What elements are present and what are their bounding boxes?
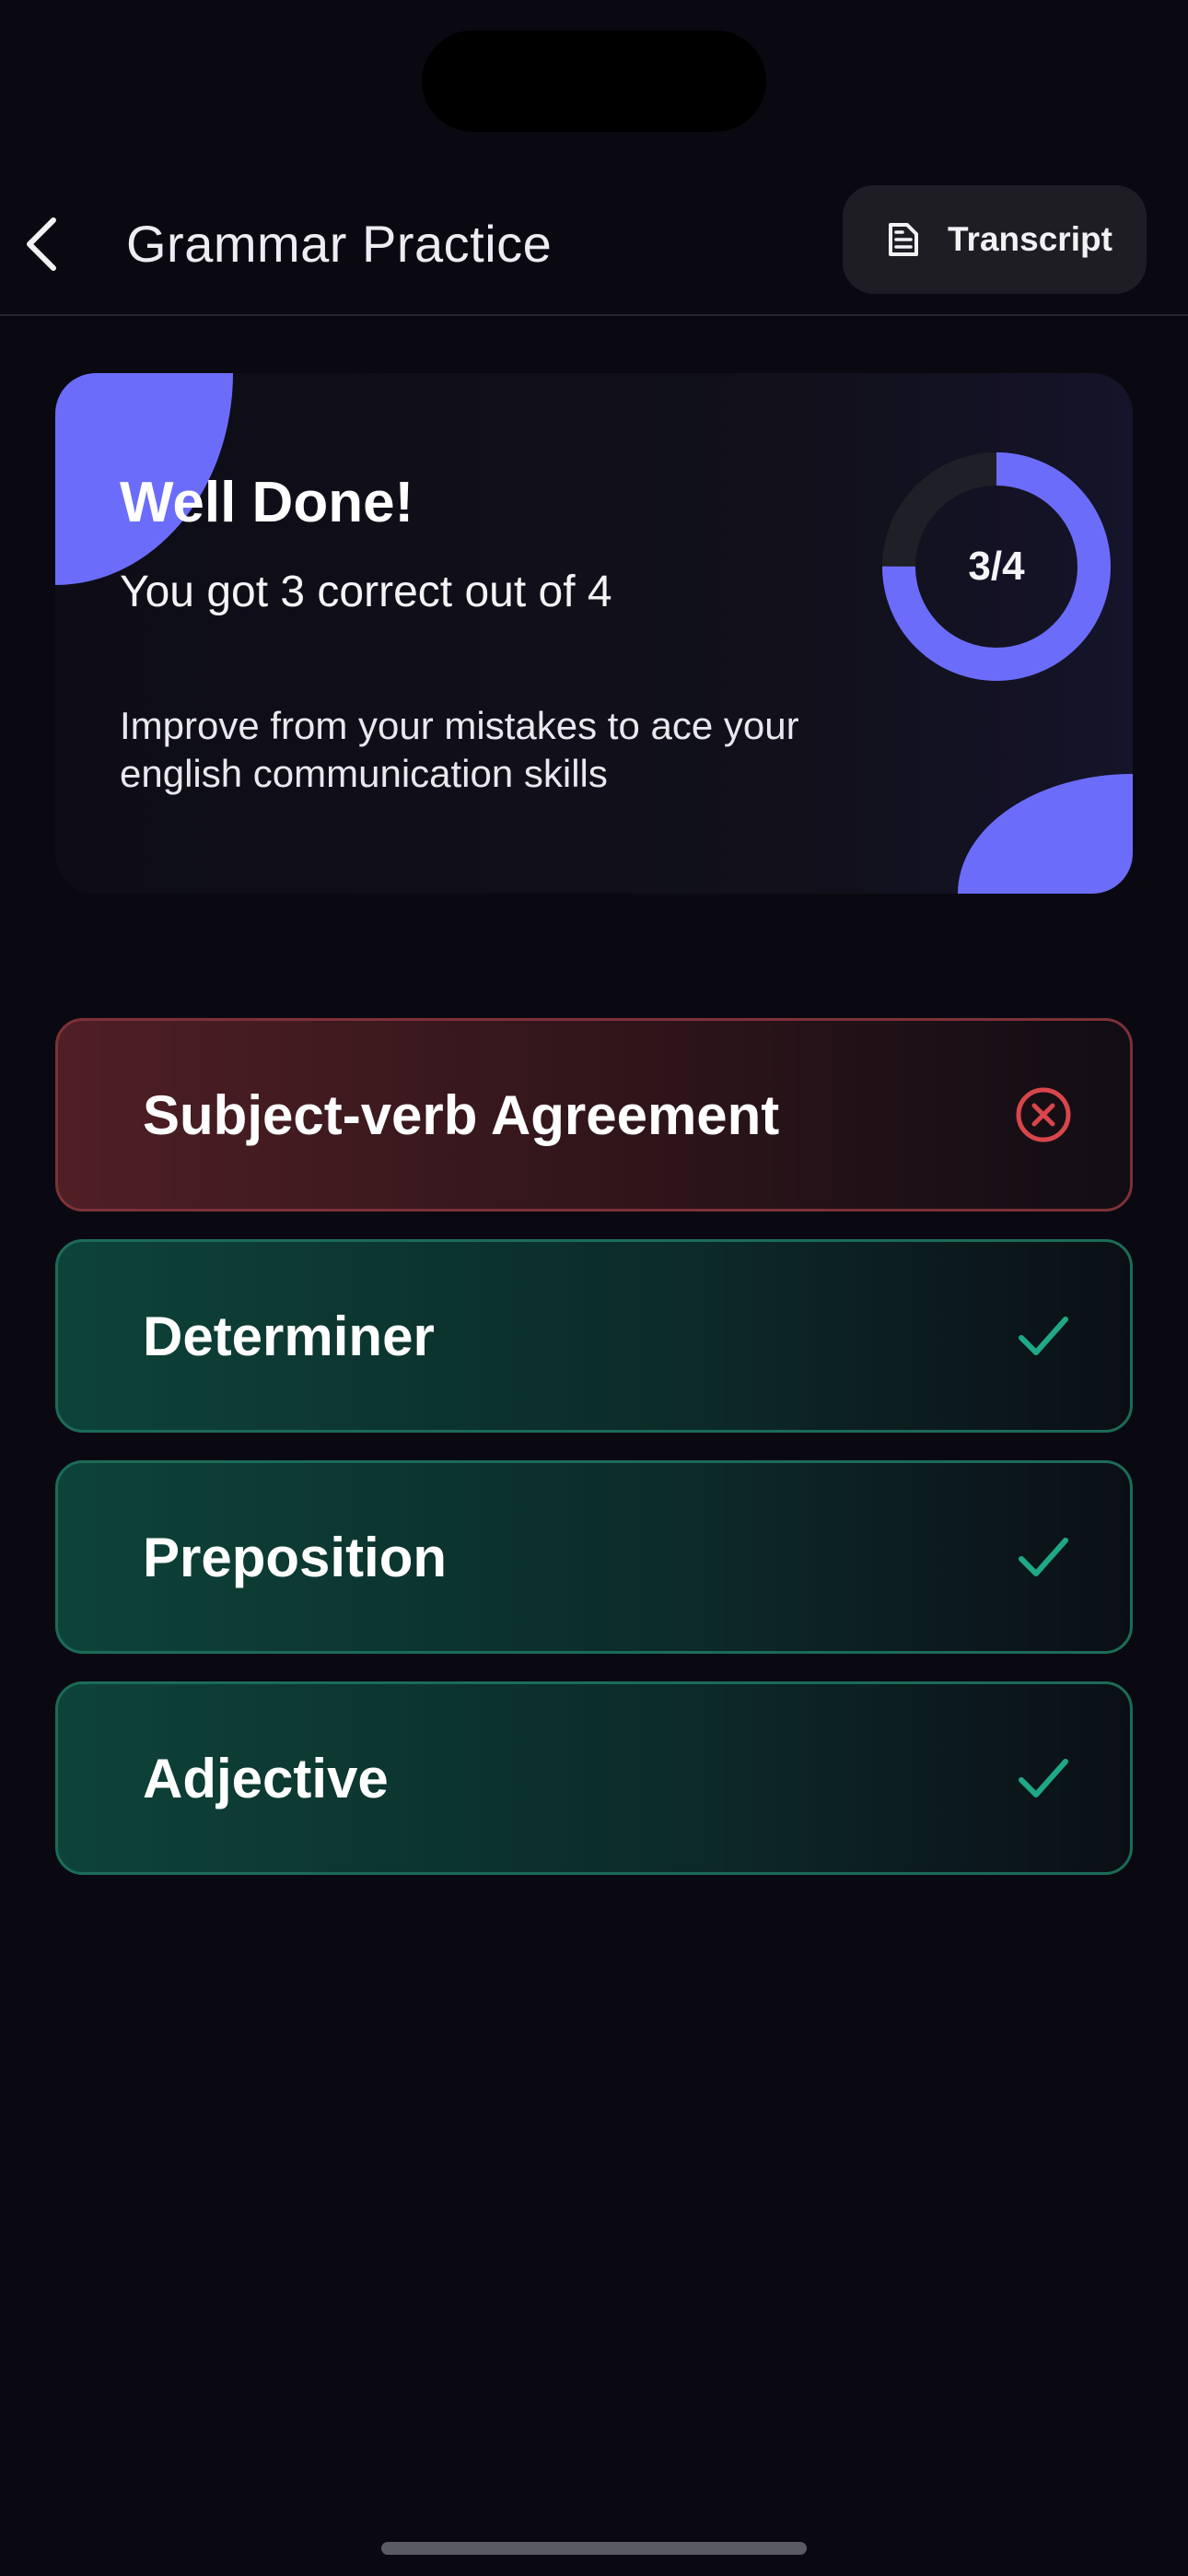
decorative-blob-bottom-right xyxy=(958,774,1133,894)
transcript-button-label: Transcript xyxy=(948,220,1112,258)
home-indicator xyxy=(381,2542,807,2555)
check-icon xyxy=(1012,1747,1075,1809)
result-item-label: Subject-verb Agreement xyxy=(143,1083,780,1146)
result-list: Subject-verb Agreement Determiner Preposit… xyxy=(55,1018,1133,1903)
header-divider xyxy=(0,314,1188,316)
score-text: 3/4 xyxy=(968,544,1025,589)
app-header: Grammar Practice Transcript xyxy=(0,180,1188,316)
transcript-button[interactable]: Transcript xyxy=(843,185,1147,294)
result-item-label: Adjective xyxy=(143,1747,389,1809)
dynamic-island xyxy=(422,30,766,132)
score-card-title: Well Done! xyxy=(120,471,414,534)
score-card-subtitle: You got 3 correct out of 4 xyxy=(120,568,612,616)
result-item-label: Determiner xyxy=(143,1305,435,1367)
back-button[interactable] xyxy=(13,207,68,281)
result-item-adjective[interactable]: Adjective xyxy=(55,1681,1133,1875)
chevron-left-icon xyxy=(27,217,56,271)
score-progress-ring: 3/4 xyxy=(881,451,1112,682)
check-icon xyxy=(1012,1305,1075,1367)
result-item-determiner[interactable]: Determiner xyxy=(55,1239,1133,1433)
document-icon xyxy=(883,219,924,260)
page-title: Grammar Practice xyxy=(126,215,553,273)
score-card: Well Done! You got 3 correct out of 4 Im… xyxy=(55,373,1133,894)
check-icon xyxy=(1012,1526,1075,1588)
result-item-label: Preposition xyxy=(143,1526,448,1588)
result-item-subject-verb-agreement[interactable]: Subject-verb Agreement xyxy=(55,1018,1133,1212)
result-item-preposition[interactable]: Preposition xyxy=(55,1460,1133,1654)
score-card-message: Improve from your mistakes to ace your e… xyxy=(120,704,799,795)
x-circle-icon xyxy=(1012,1083,1075,1146)
